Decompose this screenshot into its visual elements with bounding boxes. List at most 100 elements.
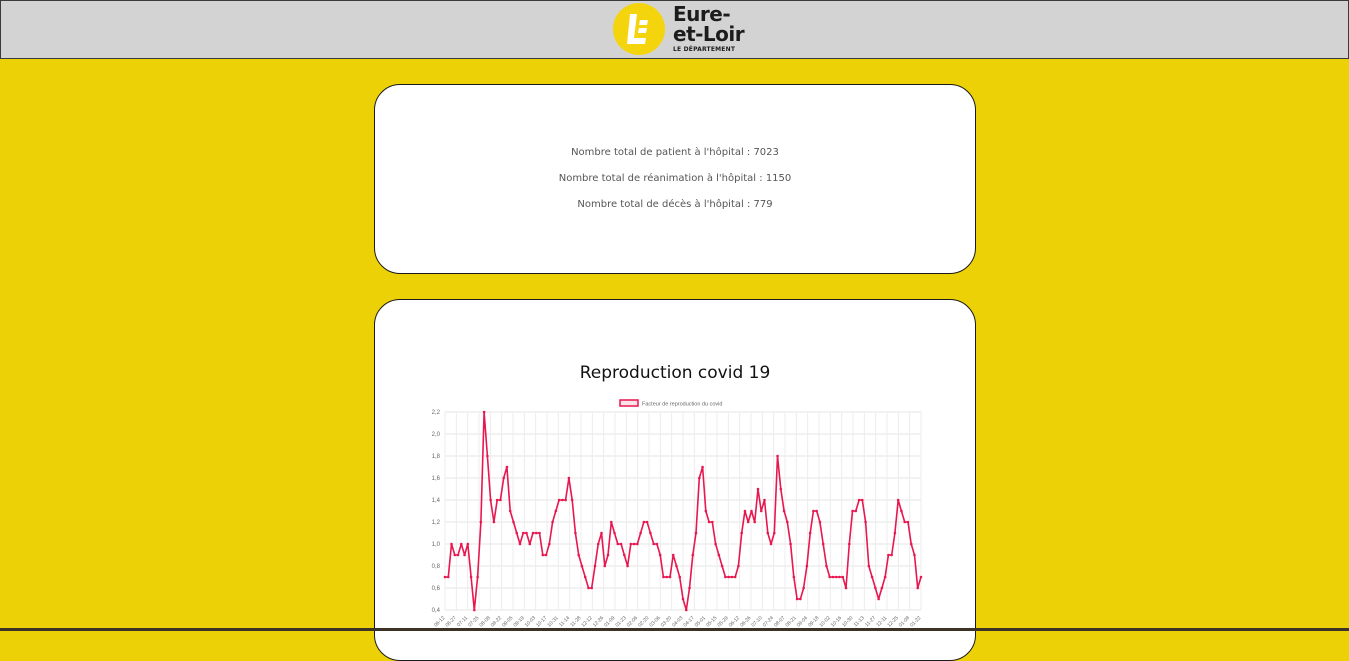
data-point [779,487,783,491]
x-tick-label: 01-09 [603,615,616,628]
stat-deces: Nombre total de décès à l'hôpital : 779 [577,199,773,210]
data-point [596,542,600,546]
data-point [603,564,607,568]
data-point [505,465,509,469]
data-point [636,542,639,546]
data-point [476,575,479,579]
data-point [857,498,861,502]
data-point [828,575,832,579]
legend-swatch [619,399,639,407]
data-point [446,575,450,579]
data-point [525,531,528,535]
y-tick-label: 1,2 [432,520,441,526]
data-point [877,597,880,601]
data-point [730,575,734,579]
data-point [574,531,577,535]
data-point [753,520,757,524]
data-point [854,509,858,513]
data-point [772,531,776,535]
data-point [534,531,538,535]
data-point [658,553,662,557]
stats-card: Nombre total de patient à l'hôpital : 70… [374,84,976,274]
x-tick-label: 06-27 [444,615,457,628]
y-tick-label: 1,6 [432,476,441,482]
x-tick-label: 06-26 [739,615,752,628]
data-point [499,498,502,502]
data-point [812,509,815,513]
stat-patients: Nombre total de patient à l'hôpital : 70… [571,147,779,158]
x-tick-label: 02-20 [637,615,650,628]
data-point [652,542,655,546]
data-point [518,542,522,546]
data-point [521,531,525,535]
data-point [776,454,779,458]
x-tick-label: 02-06 [626,615,639,628]
data-point [587,586,590,590]
x-tick-label: 03-06 [648,615,661,628]
data-point [515,531,519,535]
data-point [782,509,786,513]
data-point [453,553,457,557]
x-tick-label: 11-27 [864,615,877,628]
legend-label: Facteur de reproduction du covid [642,402,722,408]
data-point [838,575,841,579]
x-tick-label: 12-11 [875,615,888,628]
data-point [626,564,629,568]
data-point [460,542,463,546]
data-point [613,531,616,535]
x-tick-label: 05-01 [694,615,707,628]
data-point [688,586,691,590]
data-point [691,553,695,557]
data-point [580,564,584,568]
x-tick-label: 12-12 [580,615,593,628]
data-point [600,531,603,535]
x-tick-label: 10-03 [524,615,537,628]
data-point [707,520,711,524]
x-tick-label: 10-16 [830,615,843,628]
data-point [766,531,770,535]
data-point [847,542,851,546]
data-point [701,465,704,469]
data-point [541,553,545,557]
x-tick-label: 03-20 [660,615,673,628]
x-tick-label: 04-17 [682,615,695,628]
x-tick-label: 07-25 [467,615,480,628]
logo-l-icon [627,14,648,44]
logo-wordmark: Eure- et-Loir LE DÉPARTEMENT [673,4,745,53]
x-tick-label: 09-19 [512,615,525,628]
data-point [841,575,845,579]
data-point [629,542,633,546]
data-point [737,564,740,568]
data-point [538,531,541,535]
data-point [548,542,551,546]
y-tick-label: 1,8 [432,454,441,460]
data-point [763,498,766,502]
data-point [528,542,532,546]
y-tick-label: 0,4 [432,608,441,614]
x-tick-label: 09-04 [796,615,809,628]
data-point [756,487,760,491]
data-point [675,564,678,568]
data-point [606,553,610,557]
data-point [818,520,822,524]
data-point [890,553,893,557]
data-point [551,520,554,524]
data-point [694,531,698,535]
data-point [746,520,750,524]
data-point [665,575,668,579]
data-point [567,476,571,480]
data-point [717,553,721,557]
x-tick-label: 12-26 [592,615,605,628]
data-point [743,509,747,513]
data-point [870,575,874,579]
logo-line-2: et-Loir [673,22,745,46]
x-tick-label: 04-03 [671,615,684,628]
eure-et-loir-logo[interactable]: Eure- et-Loir LE DÉPARTEMENT [613,2,753,56]
data-point [808,531,812,535]
data-point [583,575,587,579]
x-tick-label: 05-29 [716,615,729,628]
data-point [681,597,685,601]
data-point [903,520,906,524]
data-point [590,586,594,590]
data-point [825,564,828,568]
